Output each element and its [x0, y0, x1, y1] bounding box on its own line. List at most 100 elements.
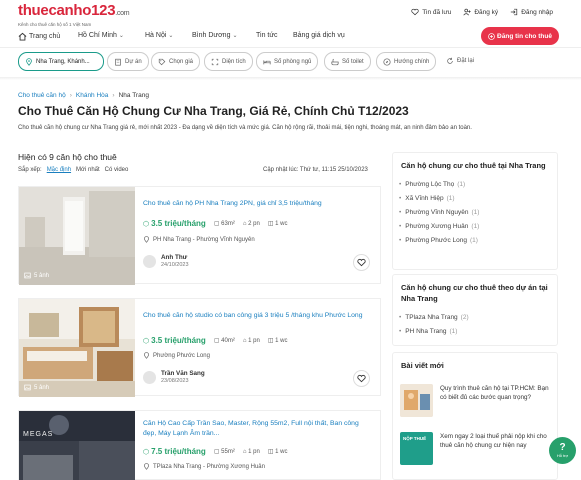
chevron-down-icon: ⌄	[168, 33, 174, 39]
listing-meta: ⬡ 3.5 triệu/tháng ▢ 63m² ⌂ 2 pn ◫ 1 wc	[143, 219, 288, 228]
breadcrumb-separator: ›	[69, 92, 72, 99]
compass-icon	[383, 57, 391, 66]
district-link[interactable]: Phường Phước Long(1)	[405, 235, 549, 245]
project-links-box: Căn hộ chung cư cho thuê theo dự án tại …	[392, 274, 558, 346]
sort-video[interactable]: Có video	[105, 167, 129, 173]
nav-pricing[interactable]: Bảng giá dịch vụ	[293, 32, 345, 39]
nav-binhduong[interactable]: Bình Dương ⌄	[192, 32, 238, 39]
image-count-badge: 5 ảnh	[24, 272, 49, 279]
page-title: Cho Thuê Căn Hộ Chung Cư Nha Trang, Giá …	[18, 104, 409, 118]
listing-image[interactable]: 5 ảnh	[19, 299, 135, 397]
project-link[interactable]: TPlaza Nha Trang(2)	[405, 312, 549, 322]
image-count: 5 ảnh	[34, 384, 50, 391]
listing-title[interactable]: Cho thuê căn hộ studio có ban công giá 3…	[143, 311, 368, 321]
listing-image[interactable]: 5 ảnh	[19, 187, 135, 285]
article-item[interactable]: Quy trình thuê căn hộ tại TP.HCM: Bạn có…	[400, 384, 553, 417]
price-filter[interactable]: Chọn giá	[151, 52, 201, 71]
area-filter[interactable]: Diện tích	[204, 52, 253, 71]
listing-area: ▢ 40m²	[213, 338, 235, 344]
save-listing-button[interactable]	[353, 254, 370, 271]
listing-card[interactable]: 5 ảnh Cho thuê căn hộ PH Nha Trang 2PN, …	[18, 186, 381, 285]
breadcrumb-item-province[interactable]: Khánh Hòa	[76, 92, 109, 99]
article-title[interactable]: Xem ngay 2 loại thuế phải nộp khi cho th…	[440, 432, 553, 465]
project-box-title: Căn hộ chung cư cho thuê theo dự án tại …	[401, 283, 548, 303]
sort-newest[interactable]: Mới nhất	[76, 167, 100, 173]
register-link[interactable]: Đăng ký	[463, 8, 498, 16]
listing-title[interactable]: Cho thuê căn hộ PH Nha Trang 2PN, giá ch…	[143, 199, 368, 209]
article-title[interactable]: Quy trình thuê căn hộ tại TP.HCM: Bạn có…	[440, 384, 553, 417]
nav-news-label: Tin tức	[256, 32, 278, 39]
site-logo[interactable]: thuecanho123.com Kênh cho thuê căn hộ số…	[18, 2, 130, 27]
page-description: Cho thuê căn hộ chung cư Nha Trang giá r…	[18, 125, 472, 131]
district-link[interactable]: Phường Xương Huân(1)	[405, 221, 549, 231]
heart-icon	[357, 258, 366, 267]
price-tag-icon: ⬡	[143, 448, 150, 456]
post-listing-label: Đăng tin cho thuê	[497, 32, 552, 40]
price-tag-icon: ⬡	[143, 337, 150, 345]
nav-hcm-label: Hồ Chí Minh	[78, 32, 117, 39]
avatar	[143, 370, 156, 384]
support-label: Hỗ trợ	[556, 453, 569, 458]
listing-card[interactable]: MEGAS Căn Hộ Cao Cấp Trần Sao, Master, R…	[18, 410, 381, 480]
bed-icon	[263, 59, 271, 64]
district-links-box: Căn hộ chung cư cho thuê tại Nha Trang P…	[392, 152, 558, 270]
post-date: 24/10/2023	[161, 262, 189, 268]
header-divider	[0, 47, 581, 48]
listing-beds: ⌂ 2 pn	[242, 220, 260, 227]
project-filter-label: Dự án	[125, 58, 142, 65]
listing-title[interactable]: Căn Hộ Cao Cấp Trần Sao, Master, Rộng 55…	[143, 419, 368, 439]
articles-box-title: Bài viết mới	[401, 361, 444, 370]
nav-news[interactable]: Tin tức	[256, 32, 278, 39]
nav-hanoi-label: Hà Nội	[145, 32, 167, 39]
project-filter[interactable]: Dự án	[107, 52, 149, 71]
support-chat-button[interactable]: ? Hỗ trợ	[549, 437, 576, 464]
district-box-title: Căn hộ chung cư cho thuê tại Nha Trang	[401, 161, 546, 170]
heart-icon	[411, 8, 419, 16]
listing-area: ▢ 55m²	[213, 449, 235, 455]
location-filter[interactable]: Nha Trang, Khánh...	[18, 52, 104, 71]
nav-hcm[interactable]: Hồ Chí Minh ⌄	[78, 32, 124, 39]
project-link[interactable]: PH Nha Trang(1)	[405, 326, 549, 336]
listing-baths: ◫ 1 wc	[267, 338, 288, 344]
reset-filters-button[interactable]: Đặt lại	[446, 57, 474, 65]
breadcrumb-item-rent[interactable]: Cho thuê căn hộ	[18, 92, 66, 99]
nav-pricing-label: Bảng giá dịch vụ	[293, 32, 345, 39]
article-thumbnail[interactable]: NỘP THUẾ	[400, 432, 433, 465]
saved-listings-link[interactable]: Tin đã lưu	[411, 8, 451, 16]
listing-card[interactable]: 5 ảnh Cho thuê căn hộ studio có ban công…	[18, 298, 381, 397]
building-icon	[115, 58, 121, 66]
direction-filter-label: Hướng chính	[394, 58, 430, 65]
nav-home[interactable]: Trang chủ	[18, 32, 60, 41]
listing-author: Anh Thư 24/10/2023	[143, 254, 189, 268]
nav-binhduong-label: Bình Dương	[192, 32, 231, 39]
district-link[interactable]: Phường Vĩnh Nguyên(1)	[405, 207, 549, 217]
login-link[interactable]: Đăng nhập	[510, 8, 553, 16]
listing-beds: ⌂ 1 pn	[242, 448, 260, 455]
sort-default[interactable]: Mặc định	[47, 167, 71, 173]
listing-image[interactable]: MEGAS	[19, 411, 135, 480]
district-link[interactable]: Phường Lộc Thọ(1)	[405, 179, 549, 189]
save-listing-button[interactable]	[353, 370, 370, 387]
user-plus-icon	[463, 8, 471, 16]
bedrooms-filter-label: Số phòng ngủ	[274, 58, 312, 65]
post-listing-button[interactable]: Đăng tin cho thuê	[481, 27, 559, 45]
district-link[interactable]: Xã Vĩnh Hiệp(1)	[405, 193, 549, 203]
listing-price: 7.5 triệu/tháng	[151, 447, 206, 456]
area-icon	[211, 58, 219, 65]
logo-text: thuecanho	[18, 2, 92, 19]
toilets-filter[interactable]: Số toilet	[324, 52, 371, 71]
register-label: Đăng ký	[474, 8, 499, 16]
breadcrumb-separator: ›	[112, 92, 115, 99]
reset-icon	[447, 57, 453, 64]
listing-location: TPlaza Nha Trang - Phường Xương Huân	[143, 463, 265, 470]
breadcrumb: Cho thuê căn hộ › Khánh Hòa › Nha Trang	[18, 92, 149, 99]
nav-hanoi[interactable]: Hà Nội ⌄	[145, 32, 173, 39]
direction-filter[interactable]: Hướng chính	[376, 52, 437, 71]
bedrooms-filter[interactable]: Số phòng ngủ	[256, 52, 319, 71]
sort-label: Sắp xếp:	[18, 167, 42, 173]
map-pin-icon	[26, 57, 32, 66]
listing-meta: ⬡ 3.5 triệu/tháng ▢ 40m² ⌂ 1 pn ◫ 1 wc	[143, 336, 288, 345]
help-icon: ?	[559, 442, 566, 453]
article-item[interactable]: NỘP THUẾ Xem ngay 2 loại thuế phải nộp k…	[400, 432, 553, 465]
article-thumbnail[interactable]	[400, 384, 433, 417]
